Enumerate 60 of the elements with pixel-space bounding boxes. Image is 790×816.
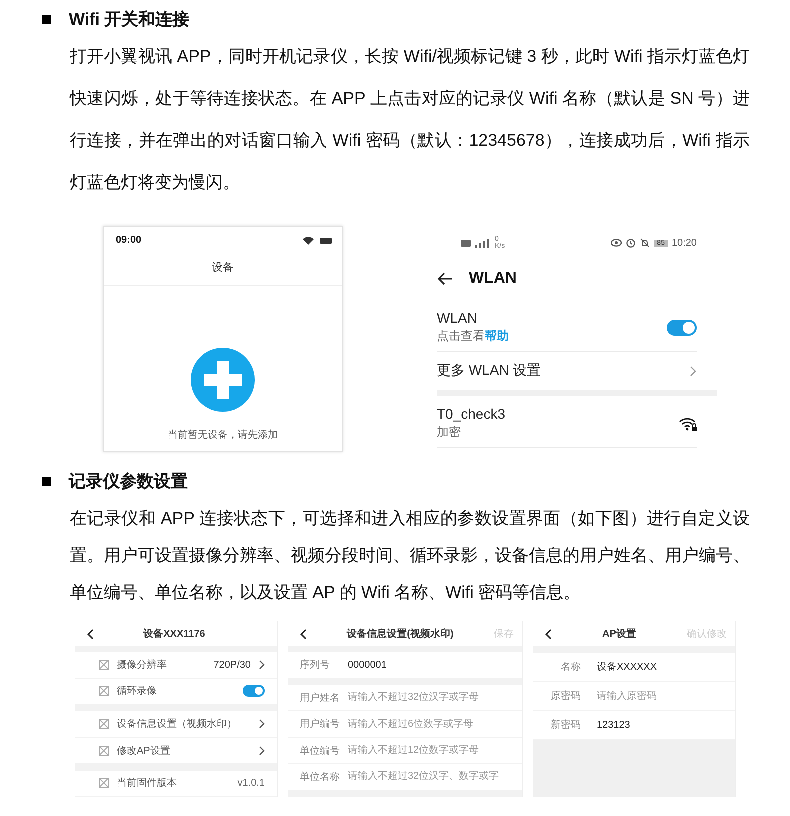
- setting-value: 720P/30: [214, 660, 251, 671]
- status-time: 10:20: [672, 238, 697, 248]
- wifi-icon: [303, 236, 314, 244]
- crossed-square-icon: [99, 660, 109, 670]
- bullet-square: [42, 14, 51, 24]
- field-label: 用户姓名: [300, 692, 341, 705]
- chevron-right-icon: [690, 366, 697, 376]
- screen-title: 设备信息设置(视频水印): [347, 628, 454, 641]
- setting-label[interactable]: 设备信息设置（视频水印）: [117, 717, 251, 732]
- bullet-square: [42, 476, 51, 486]
- alarm-icon: [626, 238, 636, 248]
- crossed-square-icon: [99, 746, 109, 756]
- screen-title: 设备XXX1176: [144, 628, 206, 641]
- field-label: 单位名称: [300, 770, 341, 784]
- setting-label: 当前固件版本: [117, 776, 178, 790]
- back-chevron-icon[interactable]: [300, 628, 307, 640]
- screen-title: 设备: [104, 246, 342, 286]
- paragraph: 在记录仪和 APP 连接状态下，可选择和进入相应的参数设置界面（如下图）进行自定义设置。用户可设置摄像分辨率、视频分段时间、循环录影，设备信息的用户姓名、用户编号、单位编号、单位名称，以及设置 AP 的 Wifi 名称、Wifi 密码等信息。: [70, 508, 750, 604]
- setting-value: v1.0.1: [238, 778, 265, 789]
- status-time: 09:00: [116, 235, 142, 246]
- crossed-square-icon: [99, 686, 109, 696]
- signal-icon: [461, 238, 491, 248]
- field-label: 原密码: [550, 690, 581, 703]
- battery-icon: [320, 238, 332, 244]
- field-label: 名称: [560, 661, 581, 674]
- chevron-right-icon[interactable]: [259, 660, 265, 670]
- back-arrow-icon[interactable]: [437, 272, 453, 286]
- back-chevron-icon[interactable]: [87, 628, 94, 640]
- wifi-lock-icon: [679, 416, 697, 430]
- field-label: 序列号: [300, 658, 331, 672]
- screen-title: AP设置: [602, 628, 636, 641]
- field-label: 用户编号: [300, 718, 341, 732]
- field-label: 新密码: [550, 718, 581, 732]
- screen-title: WLAN: [469, 270, 517, 288]
- add-button[interactable]: [191, 348, 255, 412]
- network-security: 加密: [437, 424, 462, 441]
- back-chevron-icon[interactable]: [545, 628, 552, 640]
- chevron-right-icon[interactable]: [259, 719, 265, 730]
- crossed-square-icon: [99, 778, 109, 788]
- chevron-right-icon[interactable]: [259, 746, 265, 756]
- bell-off-icon: [640, 238, 650, 248]
- setting-hint: 点击查看帮助: [437, 328, 509, 345]
- input-field[interactable]: 123123: [597, 720, 731, 730]
- section-heading: 记录仪参数设置: [69, 470, 188, 492]
- input-field[interactable]: 0000001: [348, 660, 518, 671]
- empty-message: 当前暂无设备，请先添加: [168, 428, 278, 442]
- paragraph: 打开小翼视讯 APP，同时开机记录仪，长按 Wifi/视频标记键 3 秒，此时 Wifi 指示灯蓝色灯快速闪烁，处于等待连接状态。在 APP 上点击对应的记录仪 Wifi 名称（默认是 SN 号）进行连接，并在弹出的对话窗口输入 Wifi 密码（默认：12345678），连接成功后，Wifi 指示灯蓝色灯将变为慢闪。: [70, 46, 750, 194]
- setting-label: 循环录像: [117, 685, 158, 698]
- crossed-square-icon: [99, 719, 109, 730]
- eye-icon: [611, 239, 622, 247]
- input-field[interactable]: 设备XXXXXX: [597, 662, 731, 672]
- setting-label: WLAN: [437, 310, 478, 326]
- menu-item[interactable]: 更多 WLAN 设置: [437, 362, 542, 380]
- section-heading: Wifi 开关和连接: [69, 8, 190, 30]
- setting-label: 摄像分辨率: [117, 658, 168, 672]
- toggle-switch[interactable]: [667, 320, 697, 336]
- setting-label[interactable]: 修改AP设置: [117, 744, 251, 758]
- field-label: 单位编号: [300, 744, 341, 758]
- toggle-switch[interactable]: [243, 685, 265, 698]
- network-name[interactable]: T0_check3: [437, 406, 506, 422]
